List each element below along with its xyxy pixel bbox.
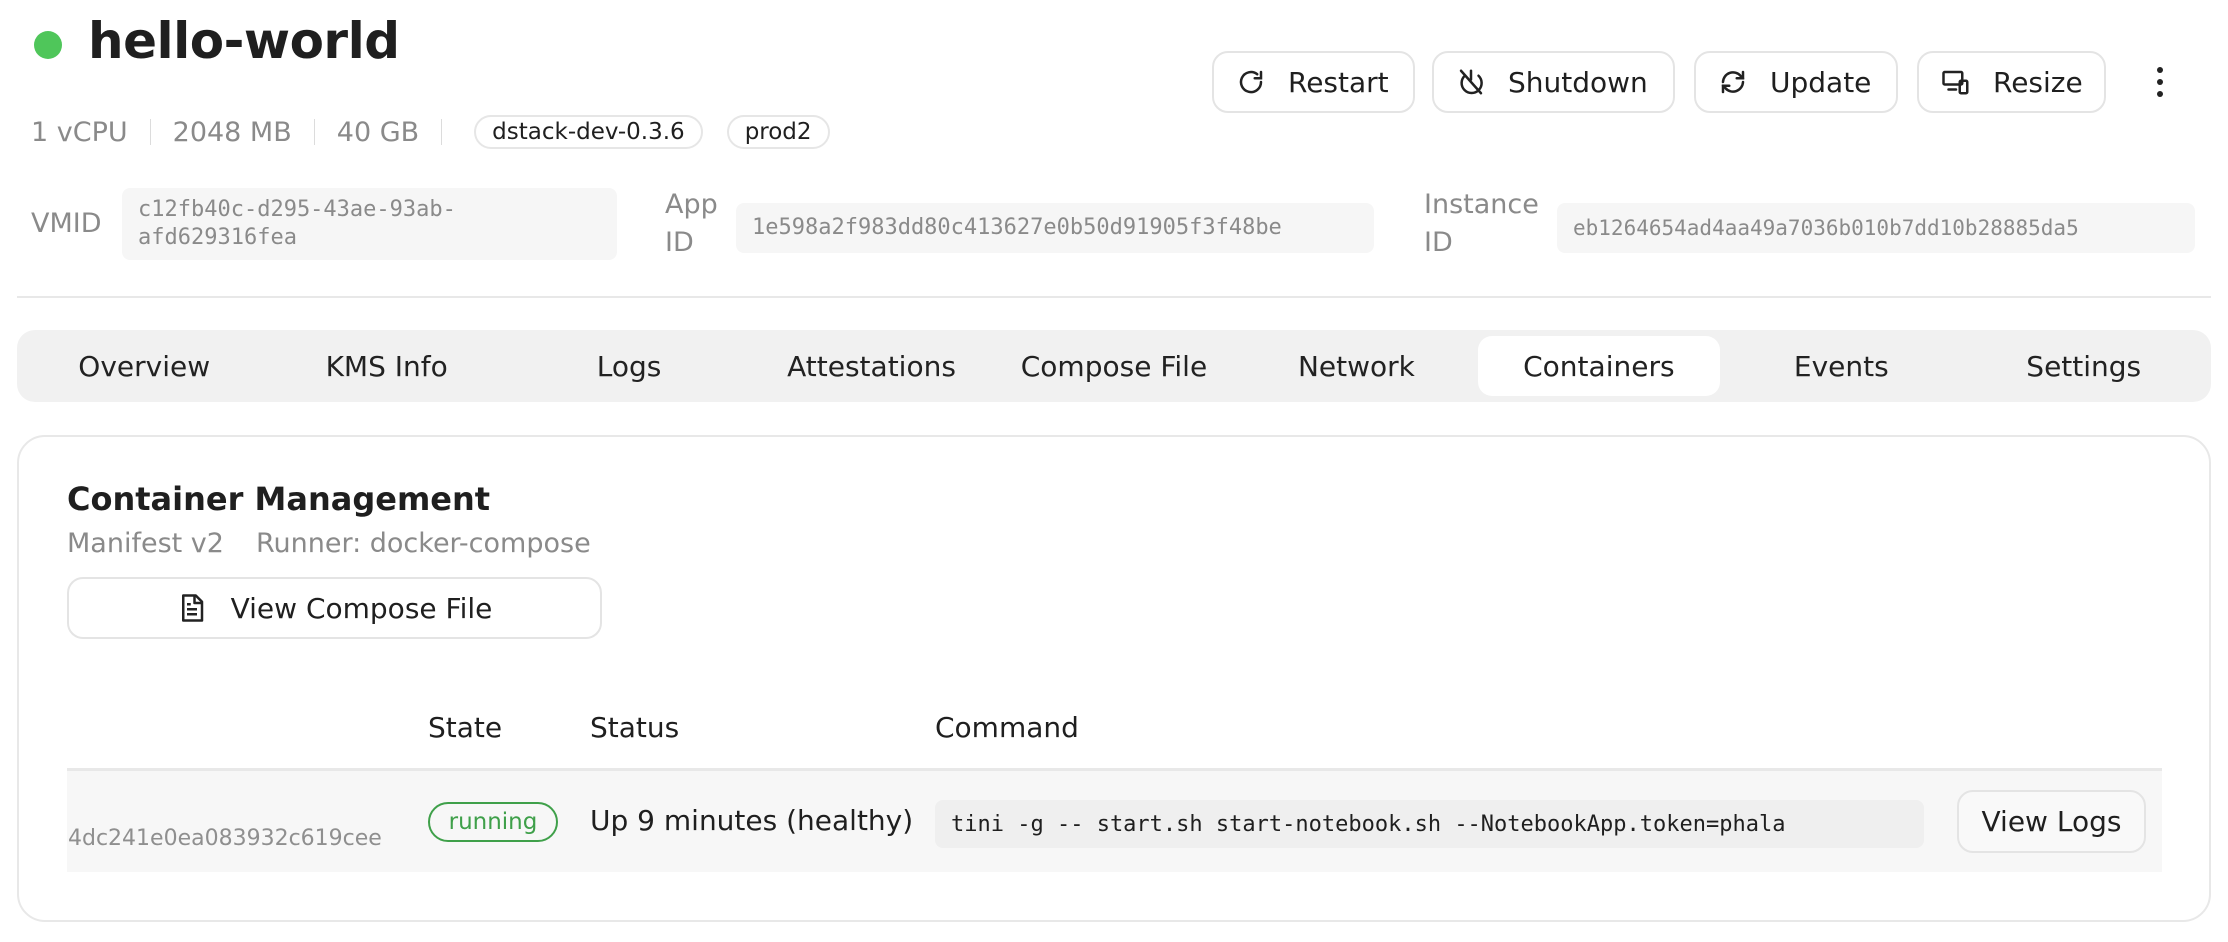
tag-chip: prod2 — [726, 115, 830, 149]
tab-network[interactable]: Network — [1235, 336, 1477, 396]
tab-kms-info[interactable]: KMS Info — [265, 336, 507, 396]
view-compose-file-button[interactable]: View Compose File — [67, 577, 602, 639]
tab-logs[interactable]: Logs — [508, 336, 750, 396]
column-header-command: Command — [935, 711, 1079, 744]
manifest-info: Manifest v2 Runner: docker-compose — [67, 528, 591, 559]
disk: 40 GB — [336, 116, 420, 148]
manifest-version: Manifest v2 — [67, 528, 224, 559]
vcpu: 1 vCPU — [31, 116, 128, 148]
tab-overview[interactable]: Overview — [23, 336, 265, 396]
status-dot — [34, 31, 62, 59]
column-header-status: Status — [590, 711, 680, 744]
shutdown-button[interactable]: Shutdown — [1432, 51, 1675, 113]
tab-events[interactable]: Events — [1720, 336, 1962, 396]
restart-button[interactable]: Restart — [1212, 51, 1415, 113]
memory: 2048 MB — [172, 116, 292, 148]
view-logs-button[interactable]: View Logs — [1957, 790, 2146, 853]
instance-id-value: eb1264654ad4aa49a7036b010b7dd10b28885da5 — [1557, 203, 2195, 253]
tab-compose-file[interactable]: Compose File — [993, 336, 1235, 396]
container-status: Up 9 minutes (healthy) — [590, 804, 914, 837]
tab-bar: Overview KMS Info Logs Attestations Comp… — [17, 330, 2211, 402]
tab-containers[interactable]: Containers — [1477, 336, 1721, 396]
instance-id-label: Instance ID — [1424, 189, 1539, 258]
vmid-label: VMID — [31, 208, 102, 239]
tab-settings[interactable]: Settings — [1963, 336, 2205, 396]
section-title: Container Management — [67, 480, 491, 518]
refresh-icon — [1721, 70, 1745, 94]
resize-button[interactable]: Resize — [1917, 51, 2106, 113]
power-off-icon — [1459, 69, 1483, 95]
app-id-value: 1e598a2f983dd80c413627e0b50d91905f3f48be — [736, 203, 1374, 253]
vm-specs: 1 vCPU 2048 MB 40 GB dstack-dev-0.3.6 pr… — [31, 114, 830, 150]
container-id: 4dc241e0ea083932c619cee — [68, 826, 382, 851]
more-options-icon[interactable] — [2148, 64, 2172, 100]
devices-icon — [1942, 70, 1969, 95]
app-id-label: App ID — [665, 189, 718, 258]
tag-chip: dstack-dev-0.3.6 — [474, 115, 703, 149]
update-button[interactable]: Update — [1694, 51, 1898, 113]
divider — [17, 296, 2211, 298]
tab-attestations[interactable]: Attestations — [750, 336, 992, 396]
rotate-cw-icon — [1239, 70, 1263, 94]
container-command: tini -g -- start.sh start-notebook.sh --… — [935, 800, 1924, 848]
file-text-icon — [181, 594, 203, 622]
vmid-value: c12fb40c-d295-43ae-93ab-afd629316fea — [122, 188, 617, 260]
runner: Runner: docker-compose — [255, 528, 591, 559]
page-title: hello-world — [88, 12, 400, 70]
state-badge: running — [428, 802, 558, 842]
column-header-state: State — [428, 711, 503, 744]
